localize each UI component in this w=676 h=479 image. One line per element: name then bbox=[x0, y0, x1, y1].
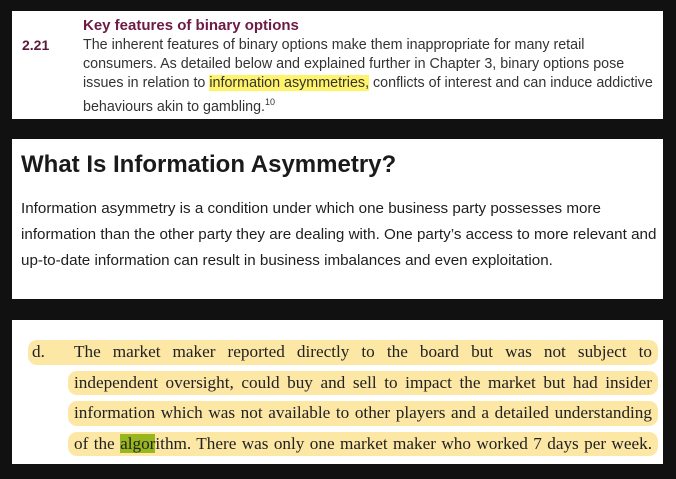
highlighted-word: algor bbox=[120, 433, 156, 453]
list-label: d. bbox=[32, 342, 45, 361]
legal-line: d. The market maker reported directly to… bbox=[28, 337, 658, 368]
legal-line4-start: of the bbox=[74, 433, 121, 453]
definition-body: Information asymmetry is a condition und… bbox=[21, 200, 657, 269]
highlighted-phrase: information asymmetries, bbox=[209, 75, 370, 91]
legal-line: independent oversight, could buy and sel… bbox=[32, 368, 658, 399]
definition-panel: What Is Information Asymmetry? Informati… bbox=[12, 139, 663, 299]
legal-extract-panel: d. The market maker reported directly to… bbox=[12, 320, 663, 464]
footnote-marker[interactable]: 10 bbox=[265, 97, 275, 107]
legal-line-text: independent oversight, could buy and sel… bbox=[74, 372, 652, 392]
legal-line: of the algorithm. There was only one mar… bbox=[32, 429, 658, 460]
legal-line-text: information which was not available to o… bbox=[74, 403, 652, 422]
excerpt-panel: 2.21 Key features of binary options The … bbox=[12, 11, 663, 119]
definition-title: What Is Information Asymmetry? bbox=[21, 151, 397, 178]
legal-line: information which was not available to o… bbox=[32, 398, 658, 429]
legal-line-text: The market maker reported directly to th… bbox=[74, 342, 652, 361]
section-heading: Key features of binary options bbox=[83, 17, 299, 34]
section-body: The inherent features of binary options … bbox=[83, 36, 658, 117]
legal-line4-end: ithm. There was only one market maker wh… bbox=[155, 433, 652, 453]
legal-line-text: of the algorithm. There was only one mar… bbox=[74, 429, 652, 460]
section-number: 2.21 bbox=[22, 37, 50, 53]
legal-paragraph: d. The market maker reported directly to… bbox=[28, 337, 658, 460]
